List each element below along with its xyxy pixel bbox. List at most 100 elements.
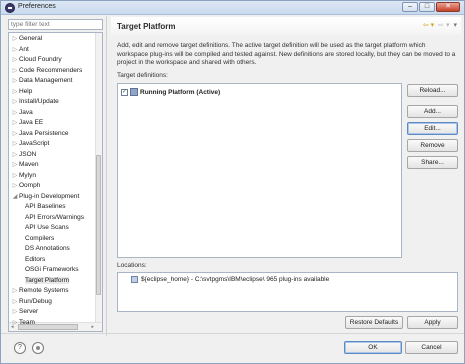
ok-button[interactable]: OK	[344, 341, 402, 354]
sidebar-item-compilers[interactable]: Compilers	[25, 234, 54, 244]
add-button[interactable]: Add...	[407, 105, 458, 118]
collapsed-arrow-icon[interactable]: ▷	[11, 129, 19, 139]
collapsed-arrow-icon[interactable]: ▷	[11, 181, 19, 191]
sidebar-item-remote-systems[interactable]: ▷ Remote Systems	[11, 286, 69, 296]
tree-vertical-scroll-thumb[interactable]	[96, 155, 101, 295]
filter-input[interactable]	[8, 19, 103, 30]
sidebar-item-label: Java EE	[19, 119, 44, 126]
sidebar-item-label: Target Platform	[25, 276, 70, 284]
sidebar-item-api-errors-warnings[interactable]: API Errors/Warnings	[25, 213, 84, 223]
sidebar-item-mylyn[interactable]: ▷ Mylyn	[11, 171, 36, 181]
reload-button[interactable]: Reload...	[407, 84, 458, 97]
window-controls: – □ ✕	[402, 2, 460, 12]
collapsed-arrow-icon[interactable]: ▷	[11, 66, 19, 76]
sidebar-item-general[interactable]: ▷ General	[11, 34, 42, 44]
sidebar-item-osgi-frameworks[interactable]: OSGi Frameworks	[25, 265, 78, 275]
collapsed-arrow-icon[interactable]: ▷	[11, 76, 19, 86]
share-button[interactable]: Share...	[407, 156, 458, 169]
page-navigation: ⇦ ▾ ⇨ ▾ ▾	[423, 21, 457, 29]
sidebar-item-javascript[interactable]: ▷ JavaScript	[11, 139, 50, 149]
sidebar-item-json[interactable]: ▷ JSON	[11, 150, 37, 160]
view-menu-icon[interactable]: ▾	[453, 21, 457, 29]
collapsed-arrow-icon[interactable]: ▷	[11, 118, 19, 128]
collapsed-arrow-icon[interactable]: ▷	[11, 97, 19, 107]
sidebar-item-label: Maven	[19, 161, 39, 168]
sidebar-item-editors[interactable]: Editors	[25, 255, 45, 265]
sidebar-item-java-ee[interactable]: ▷ Java EE	[11, 118, 44, 128]
target-definition-row[interactable]: ✓ Running Platform (Active)	[121, 87, 220, 97]
locations-label: Locations:	[117, 262, 147, 269]
close-button[interactable]: ✕	[436, 2, 460, 12]
sidebar-item-api-baselines[interactable]: API Baselines	[25, 202, 65, 212]
sidebar-item-label: Help	[19, 87, 33, 95]
sidebar-item-label: Compilers	[25, 234, 55, 242]
sidebar-item-run-debug[interactable]: ▷ Run/Debug	[11, 297, 52, 307]
sidebar-item-plug-in-development[interactable]: ◢ Plug-in Development	[11, 192, 80, 202]
apply-button[interactable]: Apply	[407, 316, 458, 329]
sidebar-item-oomph[interactable]: ▷ Oomph	[11, 181, 41, 191]
target-definition-name: Running Platform (Active)	[140, 88, 221, 96]
sidebar-item-team[interactable]: ▷ Team	[11, 318, 35, 328]
sidebar-item-target-platform[interactable]: Target Platform	[25, 276, 70, 286]
sidebar-item-label: Run/Debug	[19, 297, 52, 305]
preference-tree[interactable]: ◂ ▸ ▷ General ▷ Ant ▷ Cloud Foundry ▷ Code Reco…	[8, 32, 103, 332]
sidebar-item-label: DS Annotations	[25, 245, 70, 252]
collapsed-arrow-icon[interactable]: ▷	[11, 45, 19, 55]
collapsed-arrow-icon[interactable]: ▷	[11, 139, 19, 149]
sidebar-item-label: Oomph	[19, 182, 41, 189]
sidebar-item-label: Mylyn	[19, 171, 36, 179]
sidebar-item-ds-annotations[interactable]: DS Annotations	[25, 244, 70, 254]
sidebar-item-cloud-foundry[interactable]: ▷ Cloud Foundry	[11, 55, 62, 65]
sidebar-item-label: Java Persistence	[19, 129, 69, 137]
sidebar-item-ant[interactable]: ▷ Ant	[11, 45, 29, 55]
cancel-button[interactable]: Cancel	[405, 341, 458, 354]
remove-button[interactable]: Remove	[407, 139, 458, 152]
target-definitions-list[interactable]: ✓ Running Platform (Active)	[117, 83, 402, 258]
back-arrow-icon[interactable]: ⇦ ▾	[423, 21, 434, 29]
collapsed-arrow-icon[interactable]: ▷	[11, 55, 19, 65]
page-header: Target Platform ⇦ ▾ ⇨ ▾ ▾	[111, 17, 461, 35]
sidebar-item-api-use-scans[interactable]: API Use Scans	[25, 223, 69, 233]
record-preferences-icon[interactable]	[32, 342, 44, 354]
collapsed-arrow-icon[interactable]: ▷	[11, 87, 19, 97]
sidebar-item-java-persistence[interactable]: ▷ Java Persistence	[11, 129, 69, 139]
sidebar-item-label: Ant	[19, 45, 29, 53]
collapsed-arrow-icon[interactable]: ▷	[11, 318, 19, 328]
restore-defaults-button[interactable]: Restore Defaults	[345, 316, 403, 329]
footer-separator	[1, 333, 464, 334]
sidebar-item-code-recommenders[interactable]: ▷ Code Recommenders	[11, 66, 83, 76]
collapsed-arrow-icon[interactable]: ▷	[11, 286, 19, 296]
collapsed-arrow-icon[interactable]: ▷	[11, 171, 19, 181]
tree-vertical-scrollbar[interactable]	[95, 33, 102, 322]
maximize-button[interactable]: □	[419, 2, 435, 12]
collapsed-arrow-icon[interactable]: ▷	[11, 34, 19, 44]
preferences-window: Preferences – □ ✕ ◂ ▸ ▷General▷Ant▷Cloud…	[0, 0, 465, 364]
collapsed-arrow-icon[interactable]: ▷	[11, 150, 19, 160]
sidebar-item-label: JSON	[19, 150, 37, 158]
scroll-right-icon[interactable]: ▸	[91, 324, 94, 330]
sidebar-item-label: Install/Update	[19, 98, 59, 105]
pane-splitter[interactable]	[106, 16, 107, 336]
sidebar-item-java[interactable]: ▷ Java	[11, 108, 33, 118]
target-definitions-label: Target definitions:	[117, 72, 168, 79]
collapsed-arrow-icon[interactable]: ▷	[11, 160, 19, 170]
sidebar-item-label: API Baselines	[25, 203, 66, 210]
sidebar-item-data-management[interactable]: ▷ Data Management	[11, 76, 73, 86]
forward-arrow-icon[interactable]: ⇨ ▾	[438, 21, 449, 29]
minimize-button[interactable]: –	[402, 2, 418, 12]
collapsed-arrow-icon[interactable]: ▷	[11, 297, 19, 307]
target-active-checkbox[interactable]: ✓	[121, 88, 128, 96]
sidebar-item-help[interactable]: ▷ Help	[11, 87, 33, 97]
collapsed-arrow-icon[interactable]: ▷	[11, 307, 19, 317]
collapsed-arrow-icon[interactable]: ▷	[11, 108, 19, 118]
help-icon[interactable]: ?	[14, 342, 26, 354]
location-row[interactable]: ${eclipse_home} - C:\svtpgms\IBM\eclipse…	[131, 276, 329, 283]
sidebar-item-server[interactable]: ▷ Server	[11, 307, 38, 317]
sidebar-item-install-update[interactable]: ▷ Install/Update	[11, 97, 59, 107]
edit-button[interactable]: Edit...	[407, 122, 458, 135]
expanded-arrow-icon[interactable]: ◢	[11, 192, 19, 202]
locations-list[interactable]: ${eclipse_home} - C:\svtpgms\IBM\eclipse…	[117, 272, 458, 312]
location-text: ${eclipse_home} - C:\svtpgms\IBM\eclipse…	[141, 276, 330, 283]
sidebar-item-label: API Use Scans	[25, 224, 69, 231]
sidebar-item-maven[interactable]: ▷ Maven	[11, 160, 39, 170]
